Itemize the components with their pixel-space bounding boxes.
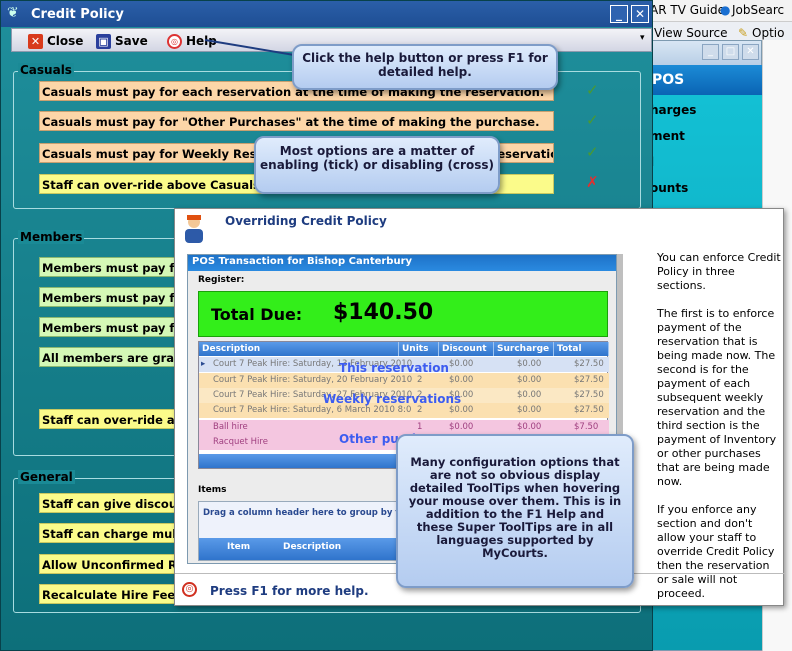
items-label: Items: [198, 485, 227, 495]
table-row[interactable]: Court 7 Peak Hire: Saturday, 20 February…: [199, 373, 609, 388]
tooltips-callout: Many configuration options that are not …: [396, 434, 634, 588]
help-callout: Click the help button or press F1 for de…: [292, 44, 558, 90]
options-callout: Most options are a matter of enabling (t…: [254, 136, 500, 194]
column-header-units[interactable]: Units: [399, 342, 439, 356]
column-header-item-description[interactable]: Description: [283, 542, 341, 552]
register-label: Register:: [198, 275, 245, 285]
tooltip-description: You can enforce Credit Policy in three s…: [657, 251, 781, 615]
total-due-label: Total Due:: [211, 305, 303, 324]
tooltip-paragraph: You can enforce Credit Policy in three s…: [657, 251, 781, 292]
weekly-reservations-label: Weekly reservations: [323, 392, 462, 406]
row-selector-icon: ▸: [201, 359, 206, 369]
tooltip-paragraph: The first is to enforce payment of the r…: [657, 307, 777, 488]
total-due-panel: Total Due: $140.50: [198, 291, 608, 337]
total-due-value: $140.50: [333, 300, 434, 325]
column-header-surcharge[interactable]: Surcharge: [494, 342, 554, 356]
help-icon: ◎: [182, 582, 197, 597]
this-reservation-label: This reservation: [339, 361, 449, 375]
user-avatar-icon: [185, 215, 203, 243]
column-header-discount[interactable]: Discount: [439, 342, 494, 356]
column-header-description[interactable]: Description: [199, 342, 399, 356]
tooltip-footer-text: Press F1 for more help.: [210, 584, 369, 598]
tooltip-title: Overriding Credit Policy: [225, 214, 387, 228]
pos-window-title: POS Transaction for Bishop Canterbury: [188, 255, 616, 271]
items-grid: Drag a column header here to group by th…: [198, 501, 438, 561]
column-header-item[interactable]: Item: [227, 542, 250, 552]
column-header-total[interactable]: Total: [554, 342, 609, 356]
